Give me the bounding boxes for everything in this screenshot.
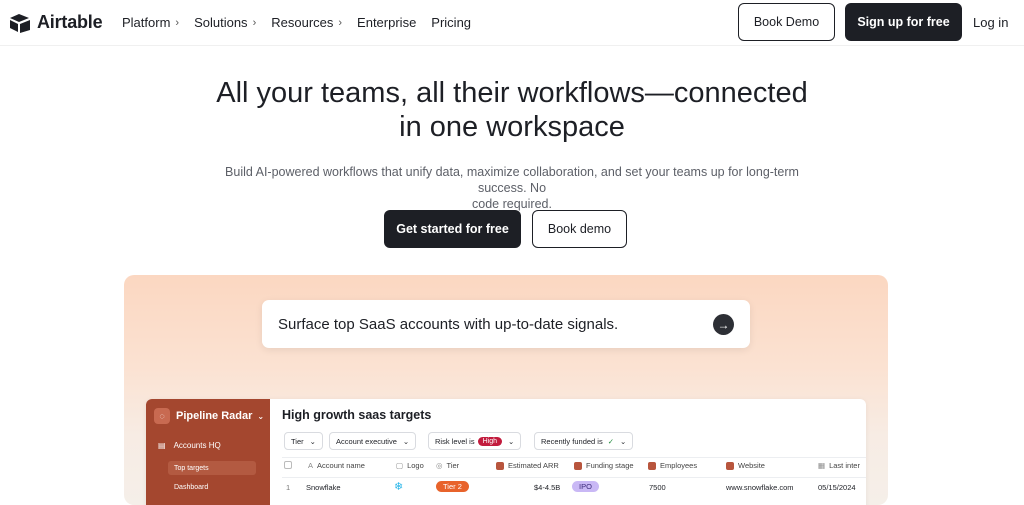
hero-title-line2: in one workspace — [399, 111, 625, 143]
menu-pricing-label: Pricing — [431, 15, 472, 30]
main-menu: Platform › Solutions › Resources › Enterpri… — [122, 15, 486, 30]
filter-recently-funded[interactable]: Recently funded is ✓ ⌄ — [534, 432, 634, 450]
cell-employees[interactable]: 7500 — [649, 483, 666, 492]
select-icon: ◎ — [436, 461, 443, 470]
filter-ae-label: Account executive — [336, 436, 397, 446]
user-icon: ◌ — [154, 408, 170, 424]
filter-account-executive[interactable]: Account executive ⌄ — [329, 432, 417, 450]
ai-field-icon — [496, 461, 504, 470]
col-account-name-label: Account name — [317, 461, 365, 470]
book-demo-hero-button[interactable]: Book demo — [532, 210, 627, 248]
hero-subtitle-line1: Build AI-powered workflows that unify da… — [225, 165, 799, 195]
menu-platform-label: Platform — [122, 15, 171, 30]
col-estimated-arr[interactable]: Estimated ARR — [496, 461, 559, 470]
workspace-name: Pipeline Radar — [176, 410, 253, 422]
cell-website[interactable]: www.snowflake.com — [726, 483, 794, 492]
hero-subtitle: Build AI-powered workflows that unify da… — [200, 164, 824, 212]
cell-last-interaction[interactable]: 05/15/2024 — [818, 483, 856, 492]
brand-name: Airtable — [37, 12, 103, 32]
grid-line — [282, 477, 866, 478]
menu-pricing[interactable]: Pricing — [431, 15, 471, 30]
col-tier[interactable]: ◎ Tier — [436, 461, 459, 470]
col-last-label: Last inter — [829, 461, 860, 470]
hero-title: All your teams, all their workflows—conn… — [0, 76, 1024, 144]
ai-prompt-box[interactable]: Surface top SaaS accounts with up-to-dat… — [262, 300, 750, 348]
ai-field-icon — [648, 461, 656, 470]
cell-account-name[interactable]: Snowflake — [306, 483, 341, 492]
hero-title-line1: All your teams, all their workflows—conn… — [216, 77, 808, 109]
col-website-label: Website — [738, 461, 765, 470]
text-icon: A — [308, 461, 314, 470]
col-website[interactable]: Website — [726, 461, 765, 470]
menu-enterprise-label: Enterprise — [357, 15, 417, 30]
get-started-button[interactable]: Get started for free — [384, 210, 521, 248]
menu-solutions-label: Solutions — [194, 15, 248, 30]
top-nav: Airtable Platform › Solutions › Resources ›… — [0, 0, 1024, 46]
sign-up-button[interactable]: Sign up for free — [845, 3, 962, 41]
col-funding-label: Funding stage — [586, 461, 634, 470]
login-link[interactable]: Log in — [973, 15, 1008, 30]
tier-badge[interactable]: Tier 2 — [436, 481, 469, 492]
cell-estimated-arr[interactable]: $4-4.5B — [534, 483, 560, 492]
col-employees-label: Employees — [660, 461, 698, 470]
chevron-down-icon: ⌄ — [309, 436, 316, 446]
ai-field-icon — [726, 461, 734, 470]
sidebar-section-accounts[interactable]: ▤ Accounts HQ — [158, 441, 221, 450]
airtable-logo[interactable]: Airtable — [9, 12, 103, 33]
col-tier-label: Tier — [446, 461, 460, 470]
sidebar-item-top-targets[interactable]: Top targets — [168, 461, 256, 475]
grid-line — [282, 457, 866, 458]
chevron-down-icon: ⌄ — [620, 436, 627, 446]
menu-solutions[interactable]: Solutions › — [194, 15, 256, 30]
filter-tier-label: Tier — [291, 436, 304, 446]
filter-risk-label: Risk level is — [435, 436, 475, 446]
row-index: 1 — [286, 483, 291, 492]
funding-stage-badge[interactable]: IPO — [572, 481, 599, 492]
chevron-down-icon: ⌄ — [508, 436, 515, 446]
risk-high-badge: High — [477, 436, 502, 446]
arrow-right-icon[interactable]: → — [713, 314, 734, 335]
hero-subtitle-line2: code required. — [472, 197, 552, 211]
app-preview: ◌ Pipeline Radar ⌄ ▤ Accounts HQ Top tar… — [146, 399, 866, 505]
sidebar-section-label: Accounts HQ — [173, 441, 221, 450]
filter-risk-level[interactable]: Risk level is High ⌄ — [428, 432, 522, 450]
menu-platform[interactable]: Platform › — [122, 15, 179, 30]
book-demo-button[interactable]: Book Demo — [738, 3, 835, 41]
chevron-right-icon: › — [175, 16, 180, 29]
product-showcase: Surface top SaaS accounts with up-to-dat… — [124, 275, 888, 505]
file-icon: ▢ — [396, 461, 404, 470]
snowflake-logo-icon: ❄ — [394, 481, 404, 493]
calendar-icon: ▦ — [818, 461, 826, 470]
chevron-right-icon: › — [252, 16, 257, 29]
col-logo[interactable]: ▢ Logo — [396, 461, 424, 470]
chevron-down-icon: ⌄ — [257, 411, 265, 421]
workspace-header[interactable]: ◌ Pipeline Radar ⌄ — [154, 408, 264, 424]
app-sidebar: ◌ Pipeline Radar ⌄ ▤ Accounts HQ Top tar… — [146, 399, 270, 505]
col-arr-label: Estimated ARR — [508, 461, 559, 470]
menu-resources-label: Resources — [271, 15, 334, 30]
col-last-interaction[interactable]: ▦ Last inter — [818, 461, 860, 470]
col-logo-label: Logo — [407, 461, 424, 470]
table-icon: ▤ — [158, 441, 166, 450]
select-all-checkbox[interactable] — [284, 461, 292, 469]
menu-enterprise[interactable]: Enterprise — [357, 15, 416, 30]
check-icon: ✓ — [607, 436, 614, 446]
col-funding-stage[interactable]: Funding stage — [574, 461, 634, 470]
table-title: High growth saas targets — [282, 408, 432, 422]
menu-resources[interactable]: Resources › — [271, 15, 342, 30]
ai-field-icon — [574, 461, 582, 470]
airtable-logo-icon — [10, 13, 30, 33]
filter-funded-label: Recently funded is — [541, 436, 603, 446]
ai-prompt-text: Surface top SaaS accounts with up-to-dat… — [278, 315, 619, 333]
filter-tier[interactable]: Tier ⌄ — [284, 432, 323, 450]
chevron-right-icon: › — [338, 16, 343, 29]
col-employees[interactable]: Employees — [648, 461, 697, 470]
col-account-name[interactable]: A Account name — [308, 461, 365, 470]
chevron-down-icon: ⌄ — [402, 436, 410, 446]
